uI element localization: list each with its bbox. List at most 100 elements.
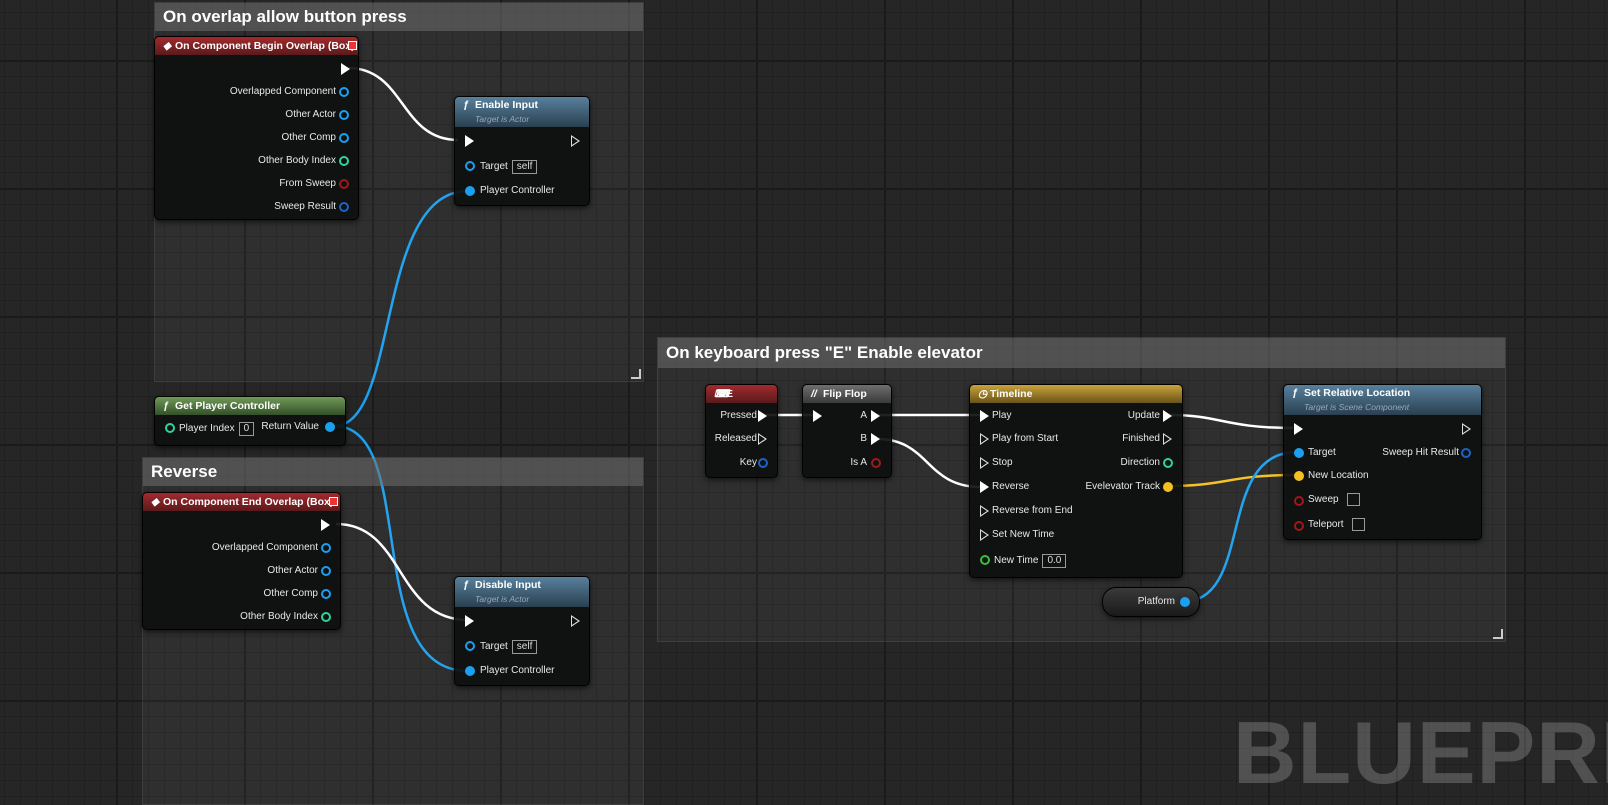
bool-pin[interactable] — [871, 458, 881, 468]
target-row: Target self — [480, 640, 538, 654]
target-pin[interactable] — [465, 641, 475, 651]
pin-label: Player Controller — [480, 665, 555, 676]
object-pin[interactable] — [339, 110, 349, 120]
macro-icon: // — [811, 388, 817, 400]
target-pin[interactable] — [1294, 448, 1304, 458]
object-pin[interactable] — [321, 589, 331, 599]
exec-in-pin[interactable] — [465, 135, 474, 147]
target-pin[interactable] — [465, 161, 475, 171]
resize-handle[interactable] — [1493, 629, 1503, 639]
event-marker-icon — [348, 41, 357, 50]
comment-title: On overlap allow button press — [155, 3, 643, 31]
exec-set-new-time-pin[interactable] — [980, 529, 989, 541]
exec-b-pin[interactable] — [871, 433, 880, 445]
sweep-checkbox[interactable] — [1346, 493, 1360, 506]
object-pin[interactable] — [321, 543, 331, 553]
comment-title: On keyboard press "E" Enable elevator — [658, 338, 1505, 368]
enable-input-node[interactable]: ƒ Enable Input Target is Actor Target self… — [454, 96, 590, 206]
new-time-field[interactable]: 0.0 — [1042, 554, 1067, 568]
object-pin[interactable] — [321, 566, 331, 576]
direction-pin[interactable] — [1163, 458, 1173, 468]
pin-label: From Sweep — [279, 178, 336, 189]
event-end-overlap-node[interactable]: ◆ On Component End Overlap (Box) Overlapp… — [142, 492, 341, 630]
pin-label: Overlapped Component — [229, 86, 336, 97]
pin-label: Reverse from End — [992, 505, 1073, 516]
function-icon: ƒ — [163, 400, 169, 412]
int-pin[interactable] — [321, 612, 331, 622]
player-index-field[interactable]: 0 — [238, 422, 255, 436]
exec-play-from-start-pin[interactable] — [980, 433, 989, 445]
exec-out-pin[interactable] — [321, 519, 330, 531]
target-value-field[interactable]: self — [511, 160, 538, 174]
player-controller-pin[interactable] — [465, 666, 475, 676]
exec-a-pin[interactable] — [871, 410, 880, 422]
keyboard-icon: ⌨ — [714, 388, 730, 400]
exec-released-pin[interactable] — [758, 433, 767, 445]
node-subtitle: Target is Scene Component — [1304, 402, 1410, 412]
bool-pin[interactable] — [339, 179, 349, 189]
player-index-row: Player Index 0 — [179, 422, 255, 436]
pin-label: Other Body Index — [240, 611, 318, 622]
pin-label: Evelevator Track — [1085, 481, 1160, 492]
exec-in-pin[interactable] — [465, 615, 474, 627]
set-relative-location-node[interactable]: ƒ Set Relative Location Target is Scene C… — [1283, 384, 1482, 540]
node-title: Flip Flop — [823, 388, 867, 400]
new-time-row: New Time 0.0 — [994, 554, 1067, 568]
pin-label: Teleport — [1308, 519, 1344, 531]
node-title: On Component End Overlap (Box) — [163, 496, 334, 508]
pin-label: Key — [739, 457, 757, 468]
bool-pin[interactable] — [1294, 496, 1304, 506]
key-e-node[interactable]: ⌨E Pressed Released Key — [705, 384, 778, 478]
exec-finished-pin[interactable] — [1163, 433, 1172, 445]
object-pin[interactable] — [339, 87, 349, 97]
exec-stop-pin[interactable] — [980, 457, 989, 469]
exec-out-pin[interactable] — [341, 63, 350, 75]
node-title: On Component Begin Overlap (Box) — [175, 40, 355, 52]
key-struct-pin[interactable] — [758, 458, 768, 468]
disable-input-node[interactable]: ƒ Disable Input Target is Actor Target sel… — [454, 576, 590, 686]
teleport-checkbox[interactable] — [1351, 518, 1365, 531]
exec-in-pin[interactable] — [813, 410, 822, 422]
int-pin[interactable] — [165, 423, 175, 433]
platform-variable-node[interactable]: Platform — [1102, 587, 1200, 617]
event-begin-overlap-node[interactable]: ◆ On Component Begin Overlap (Box) Overla… — [154, 36, 359, 220]
pin-label: Update — [1127, 410, 1160, 421]
get-player-controller-node[interactable]: ƒ Get Player Controller Player Index 0 Ret… — [154, 396, 346, 446]
exec-out-pin[interactable] — [571, 615, 580, 627]
resize-handle[interactable] — [631, 369, 641, 379]
target-row: Target self — [480, 160, 538, 174]
node-header: ◆ On Component Begin Overlap (Box) — [155, 37, 358, 55]
timeline-node[interactable]: ◷ Timeline Play Play from Start Stop Reve… — [969, 384, 1183, 578]
node-header: ƒ Disable Input Target is Actor — [455, 577, 589, 607]
target-value-field[interactable]: self — [511, 640, 538, 654]
exec-in-pin[interactable] — [1294, 423, 1303, 435]
exec-out-pin[interactable] — [571, 135, 580, 147]
vector-pin[interactable] — [1163, 482, 1173, 492]
function-icon: ƒ — [463, 99, 469, 111]
exec-reverse-from-end-pin[interactable] — [980, 505, 989, 517]
exec-pressed-pin[interactable] — [758, 410, 767, 422]
pin-label: Reverse — [992, 481, 1030, 492]
exec-out-pin[interactable] — [1462, 423, 1471, 435]
struct-pin[interactable] — [1461, 448, 1471, 458]
player-controller-pin[interactable] — [465, 186, 475, 196]
float-pin[interactable] — [980, 555, 990, 565]
vector-pin[interactable] — [1294, 471, 1304, 481]
flip-flop-node[interactable]: // Flip Flop A B Is A — [802, 384, 892, 478]
struct-pin[interactable] — [339, 202, 349, 212]
exec-play-pin[interactable] — [980, 410, 989, 422]
node-title: Get Player Controller — [175, 400, 281, 412]
node-title: Set Relative Location — [1304, 387, 1411, 399]
exec-reverse-pin[interactable] — [980, 481, 989, 493]
node-title: Timeline — [990, 388, 1033, 400]
exec-update-pin[interactable] — [1163, 410, 1172, 422]
int-pin[interactable] — [339, 156, 349, 166]
object-pin[interactable] — [339, 133, 349, 143]
pin-label: New Time — [994, 555, 1039, 566]
object-pin[interactable] — [1180, 597, 1190, 607]
object-pin[interactable] — [325, 422, 335, 432]
pin-label: Player Controller — [480, 185, 555, 196]
node-subtitle: Target is Actor — [475, 114, 530, 124]
bool-pin[interactable] — [1294, 521, 1304, 531]
pin-label: Play from Start — [992, 433, 1059, 444]
